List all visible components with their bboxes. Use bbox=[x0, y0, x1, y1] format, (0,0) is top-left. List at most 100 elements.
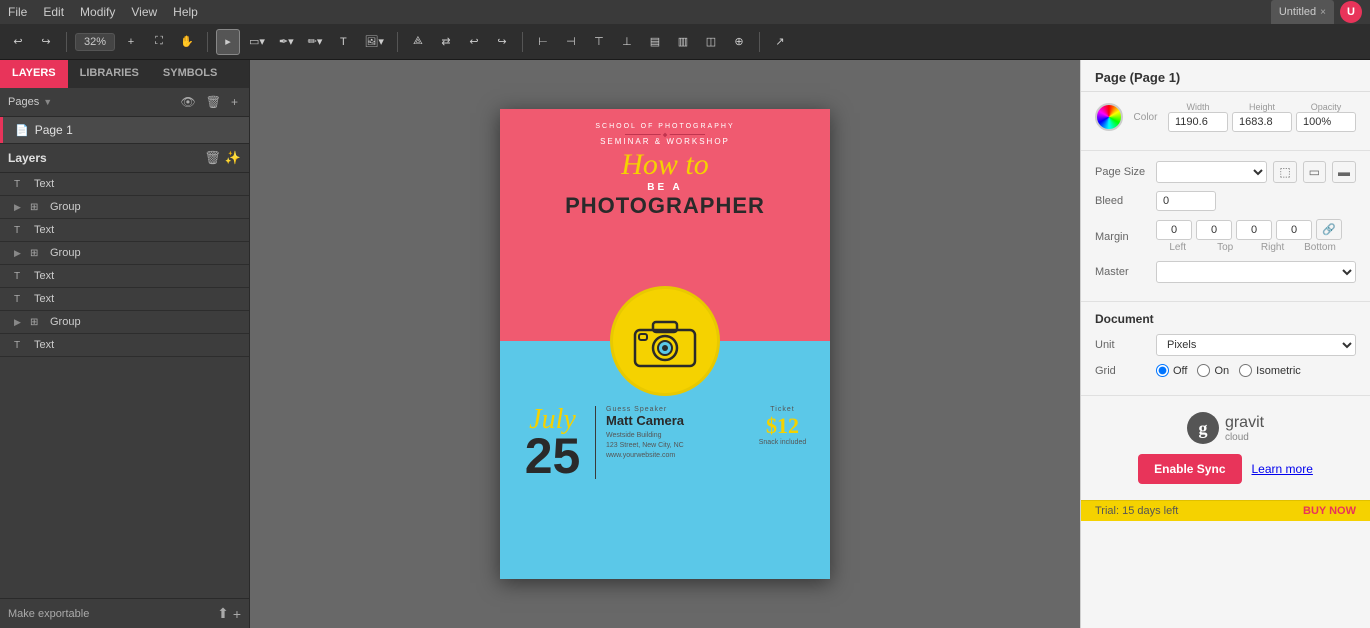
menu-help[interactable]: Help bbox=[173, 5, 198, 19]
export-button[interactable]: ↗ bbox=[768, 29, 792, 55]
transform-button[interactable]: ⟁ bbox=[406, 29, 430, 55]
user-avatar[interactable]: U bbox=[1340, 1, 1362, 23]
select-tool-button[interactable]: ▸ bbox=[216, 29, 240, 55]
zoom-in-button[interactable]: + bbox=[119, 29, 143, 55]
width-input[interactable] bbox=[1168, 112, 1228, 132]
menu-view[interactable]: View bbox=[131, 5, 157, 19]
align-left-button[interactable]: ⊢ bbox=[531, 29, 555, 55]
delete-page-button[interactable]: 🗑 bbox=[203, 94, 224, 110]
delete-layer-button[interactable]: 🗑 bbox=[204, 150, 221, 166]
enable-sync-button[interactable]: Enable Sync bbox=[1138, 454, 1241, 484]
layer-label: Group bbox=[50, 201, 81, 213]
layer-item-text-5[interactable]: T Text bbox=[0, 334, 249, 357]
pen-tool-button[interactable]: ✒▾ bbox=[274, 29, 299, 55]
page-item[interactable]: 📄 Page 1 bbox=[0, 117, 249, 143]
margin-left-label: Left bbox=[1156, 242, 1199, 253]
bleed-input[interactable] bbox=[1156, 191, 1216, 211]
redo-button[interactable]: ↪ bbox=[34, 29, 58, 55]
hand-tool-button[interactable]: ✋ bbox=[175, 29, 199, 55]
page-size-landscape-icon[interactable]: ▬ bbox=[1332, 161, 1356, 183]
layer-item-text-1[interactable]: T Text bbox=[0, 173, 249, 196]
shape-tool-button[interactable]: ▭▾ bbox=[244, 29, 270, 55]
add-layer-button[interactable]: ✨ bbox=[225, 150, 241, 166]
color-picker[interactable] bbox=[1095, 103, 1123, 131]
close-tab-icon[interactable]: × bbox=[1320, 7, 1326, 18]
group-button[interactable]: ▤ bbox=[643, 29, 667, 55]
add-page-button[interactable]: + bbox=[228, 94, 241, 110]
page-size-custom-icon[interactable]: ⬚ bbox=[1273, 161, 1296, 183]
margin-left-input[interactable] bbox=[1156, 220, 1192, 240]
image-tool-button[interactable]: 🖼▾ bbox=[359, 29, 389, 55]
layer-item-text-2[interactable]: T Text bbox=[0, 219, 249, 242]
grid-off-option[interactable]: Off bbox=[1156, 364, 1187, 377]
mask-button[interactable]: ◫ bbox=[699, 29, 723, 55]
layer-item-group-1[interactable]: ▶ ⊞ Group bbox=[0, 196, 249, 219]
group-layer-icon: ⊞ bbox=[30, 248, 44, 259]
buy-now-button[interactable]: BUY NOW bbox=[1303, 505, 1356, 517]
boolean-button[interactable]: ⊕ bbox=[727, 29, 751, 55]
master-select[interactable] bbox=[1156, 261, 1356, 283]
poster-divider bbox=[625, 134, 705, 135]
poster-vertical-divider bbox=[595, 406, 596, 479]
toggle-visibility-button[interactable]: 👁 bbox=[178, 94, 199, 110]
undo2-button[interactable]: ↩ bbox=[462, 29, 486, 55]
expand-icon[interactable]: ▶ bbox=[14, 317, 24, 328]
learn-more-link[interactable]: Learn more bbox=[1252, 462, 1313, 476]
menu-modify[interactable]: Modify bbox=[80, 5, 115, 19]
margin-right-input[interactable] bbox=[1236, 220, 1272, 240]
expand-icon[interactable]: ▶ bbox=[14, 202, 24, 213]
toolbar-separator-5 bbox=[759, 32, 760, 52]
opacity-input[interactable] bbox=[1296, 112, 1356, 132]
export-svg-button[interactable]: ⬆ bbox=[217, 605, 229, 622]
margin-top-input[interactable] bbox=[1196, 220, 1232, 240]
text-layer-icon: T bbox=[14, 294, 28, 305]
layer-label: Text bbox=[34, 270, 54, 282]
grid-on-option[interactable]: On bbox=[1197, 364, 1229, 377]
right-panel-title: Page (Page 1) bbox=[1095, 70, 1356, 85]
align-right-button[interactable]: ⊤ bbox=[587, 29, 611, 55]
layer-item-text-3[interactable]: T Text bbox=[0, 265, 249, 288]
margin-link-button[interactable]: 🔗 bbox=[1316, 219, 1342, 240]
tab-libraries[interactable]: LIBRARIES bbox=[68, 60, 151, 88]
height-input[interactable] bbox=[1232, 112, 1292, 132]
text-tool-button[interactable]: T bbox=[331, 29, 355, 55]
grid-on-radio[interactable] bbox=[1197, 364, 1210, 377]
undo-button[interactable]: ↩ bbox=[6, 29, 30, 55]
grid-off-radio[interactable] bbox=[1156, 364, 1169, 377]
text-layer-icon: T bbox=[14, 340, 28, 351]
canvas-area[interactable]: SCHOOL OF PHOTOGRAPHY SEMINAR & WORKSHOP… bbox=[250, 60, 1080, 628]
zoom-level[interactable]: 32% bbox=[75, 33, 115, 51]
layers-title: Layers bbox=[8, 151, 47, 165]
menu-edit[interactable]: Edit bbox=[43, 5, 64, 19]
align-center-button[interactable]: ⊣ bbox=[559, 29, 583, 55]
grid-isometric-radio[interactable] bbox=[1239, 364, 1252, 377]
grid-isometric-option[interactable]: Isometric bbox=[1239, 364, 1301, 377]
fit-page-button[interactable]: ⛶ bbox=[147, 29, 171, 55]
make-exportable-label: Make exportable bbox=[8, 608, 89, 620]
grid-label: Grid bbox=[1095, 365, 1150, 377]
layer-item-group-3[interactable]: ▶ ⊞ Group bbox=[0, 311, 249, 334]
layer-item-text-4[interactable]: T Text bbox=[0, 288, 249, 311]
unit-select[interactable]: Pixels bbox=[1156, 334, 1356, 356]
menu-file[interactable]: File bbox=[8, 5, 27, 19]
page-size-label: Page Size bbox=[1095, 166, 1150, 178]
tab-symbols[interactable]: SYMBOLS bbox=[151, 60, 229, 88]
page-size-portrait-icon[interactable]: ▭ bbox=[1303, 161, 1326, 183]
poster-speaker: Matt Camera bbox=[606, 413, 755, 428]
fill-tool-button[interactable]: ✏▾ bbox=[303, 29, 328, 55]
toolbar-separator-3 bbox=[397, 32, 398, 52]
flip-h-button[interactable]: ⇄ bbox=[434, 29, 458, 55]
document-tab[interactable]: Untitled × bbox=[1271, 0, 1334, 24]
layer-item-group-2[interactable]: ▶ ⊞ Group bbox=[0, 242, 249, 265]
ungroup-button[interactable]: ▥ bbox=[671, 29, 695, 55]
page-size-select[interactable] bbox=[1156, 161, 1267, 183]
width-label: Width bbox=[1168, 102, 1228, 112]
distribute-button[interactable]: ⊥ bbox=[615, 29, 639, 55]
tab-layers[interactable]: LAYERS bbox=[0, 60, 68, 88]
margin-bottom-input[interactable] bbox=[1276, 220, 1312, 240]
margin-top-label: Top bbox=[1203, 242, 1246, 253]
expand-icon[interactable]: ▶ bbox=[14, 248, 24, 259]
redo2-button[interactable]: ↪ bbox=[490, 29, 514, 55]
add-export-button[interactable]: + bbox=[233, 605, 241, 622]
grid-off-label: Off bbox=[1173, 365, 1187, 377]
